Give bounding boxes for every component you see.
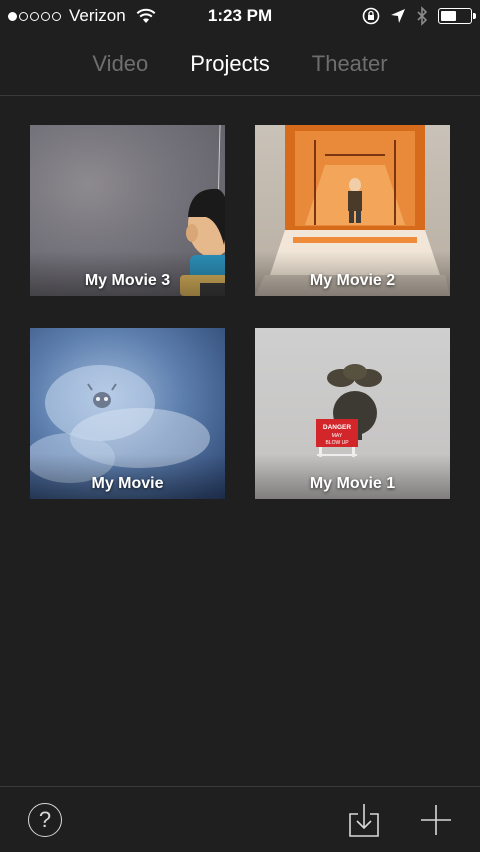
tab-projects[interactable]: Projects xyxy=(169,51,290,77)
carrier-name: Verizon xyxy=(69,6,126,25)
signal-strength-icon xyxy=(8,11,61,21)
bluetooth-icon xyxy=(417,6,428,26)
help-icon: ? xyxy=(38,806,52,832)
signal-dot xyxy=(52,11,61,21)
danger-sign-line: BLOW UP xyxy=(325,440,349,446)
project-thumbnail xyxy=(30,328,225,499)
help-button[interactable]: ? xyxy=(28,802,62,837)
projects-grid: My Movie 3 My Movie 2 My Movie DANGER MA… xyxy=(30,125,450,499)
project-card[interactable]: My Movie 2 xyxy=(255,125,450,296)
danger-sign-line: MAY xyxy=(332,433,343,439)
battery-level xyxy=(441,11,457,21)
project-title: My Movie 1 xyxy=(309,475,396,492)
wifi-icon xyxy=(136,8,156,23)
status-right xyxy=(362,6,476,26)
battery-icon xyxy=(438,8,476,24)
toy-figure-image xyxy=(180,125,225,296)
project-title: My Movie xyxy=(91,475,164,492)
status-bar: Verizon 1:23 PM xyxy=(0,0,480,32)
toy-diorama-image xyxy=(255,125,450,296)
add-project-button[interactable] xyxy=(420,804,452,836)
danger-sign-figure-image: DANGER MAY BLOW UP xyxy=(316,364,382,457)
project-card[interactable]: DANGER MAY BLOW UP My Movie 1 xyxy=(255,328,450,499)
location-arrow-icon xyxy=(391,9,405,23)
project-title: My Movie 2 xyxy=(309,272,396,289)
status-left: Verizon xyxy=(8,6,156,26)
tab-video[interactable]: Video xyxy=(71,51,169,77)
project-card[interactable]: My Movie 3 xyxy=(30,125,225,296)
project-card[interactable]: My Movie xyxy=(30,328,225,499)
rotation-lock-icon xyxy=(362,7,380,25)
signal-dot xyxy=(30,11,39,21)
import-button[interactable] xyxy=(348,802,380,838)
signal-dot xyxy=(19,11,28,21)
add-icon xyxy=(421,804,451,835)
tab-theater[interactable]: Theater xyxy=(291,51,409,77)
danger-sign-line: DANGER xyxy=(323,424,351,431)
tab-bar: Video Projects Theater xyxy=(0,32,480,96)
signal-dot xyxy=(8,11,17,21)
import-icon xyxy=(349,803,379,837)
bottom-toolbar: ? xyxy=(0,786,480,852)
project-thumbnail: DANGER MAY BLOW UP xyxy=(255,328,450,499)
project-thumbnail xyxy=(30,125,225,296)
smoke-creature-image xyxy=(30,365,210,483)
project-title: My Movie 3 xyxy=(84,272,171,289)
project-thumbnail xyxy=(255,125,450,296)
signal-dot xyxy=(41,11,50,21)
toolbar-actions xyxy=(348,802,452,838)
